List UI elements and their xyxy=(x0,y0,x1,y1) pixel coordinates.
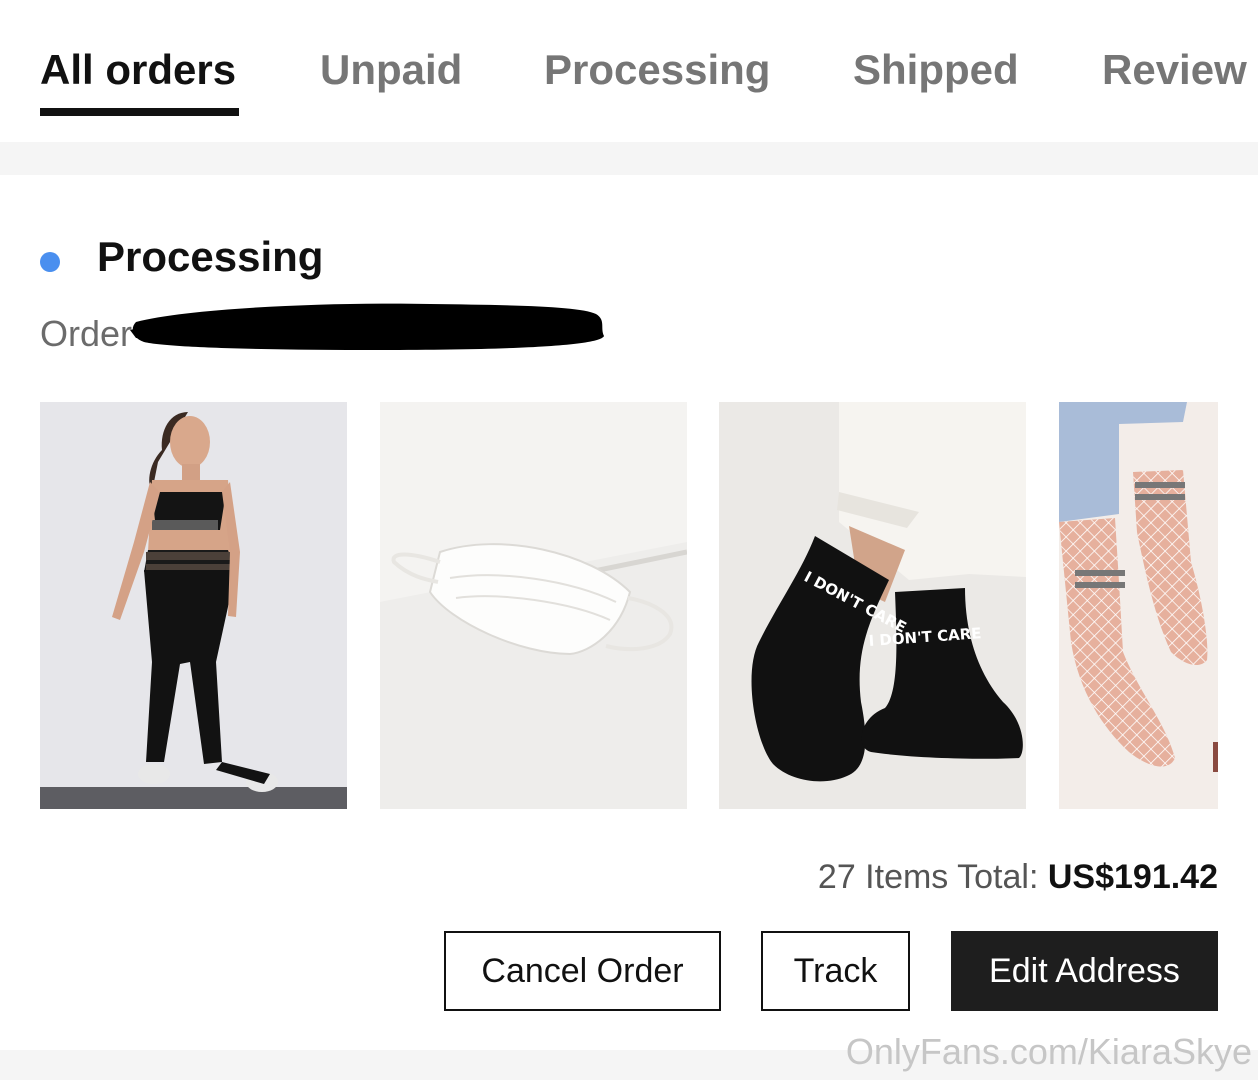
edit-address-button[interactable]: Edit Address xyxy=(951,931,1218,1011)
tab-review[interactable]: Review xyxy=(1102,44,1247,96)
order-number-redaction xyxy=(130,303,604,350)
socks-image: I DON'T CARE I DON'T CARE xyxy=(719,402,1026,809)
face-mask-image xyxy=(380,402,687,809)
total-amount: US$191.42 xyxy=(1047,858,1218,896)
product-thumbnail-3[interactable]: I DON'T CARE I DON'T CARE xyxy=(719,402,1026,809)
activewear-image xyxy=(40,402,347,809)
orders-page: All orders Unpaid Processing Shipped Rev… xyxy=(0,0,1258,1080)
tab-processing[interactable]: Processing xyxy=(544,44,770,96)
tab-unpaid[interactable]: Unpaid xyxy=(320,44,462,96)
status-dot-icon xyxy=(40,252,60,272)
product-thumbnail-2[interactable] xyxy=(380,402,687,809)
tab-all-orders[interactable]: All orders xyxy=(40,44,236,96)
active-tab-indicator xyxy=(40,108,239,116)
tab-shipped[interactable]: Shipped xyxy=(853,44,1019,96)
total-label: 27 Items Total: xyxy=(817,858,1048,896)
fishnet-socks-image xyxy=(1059,402,1218,809)
order-number-label: Order xyxy=(40,313,133,354)
order-tabs: All orders Unpaid Processing Shipped Rev… xyxy=(0,0,1258,142)
product-thumbnail-4[interactable] xyxy=(1059,402,1218,809)
order-status: Processing xyxy=(97,233,324,280)
order-total: 27 Items Total: US$191.42 xyxy=(818,856,1218,898)
product-thumbnail-1[interactable] xyxy=(40,402,347,809)
watermark: OnlyFans.com/KiaraSkye xyxy=(845,1031,1252,1072)
track-button[interactable]: Track xyxy=(761,931,910,1011)
cancel-order-button[interactable]: Cancel Order xyxy=(444,931,721,1011)
section-divider xyxy=(0,142,1258,175)
